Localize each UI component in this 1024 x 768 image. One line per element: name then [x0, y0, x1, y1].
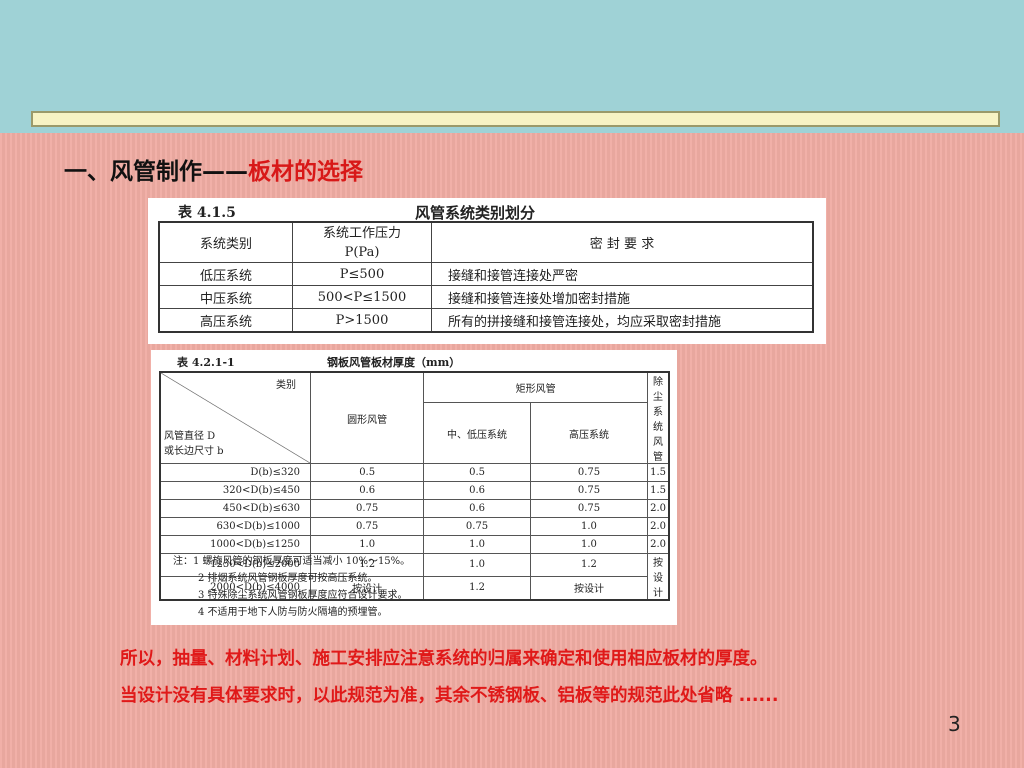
table-cell: 1.2 — [423, 575, 531, 601]
table-row: 高压系统 P>1500 所有的拼接缝和接管连接处，均应采取密封措施 — [158, 308, 814, 333]
table2-caption: 钢板风管板材厚度（mm） — [327, 356, 461, 369]
table-cell: 1.5 — [647, 463, 670, 482]
table1-header-pressure-label: 系统工作压力 — [322, 225, 401, 241]
table-cell: 1.0 — [529, 535, 649, 554]
table-cell: 0.75 — [529, 499, 649, 518]
table2-diag-bottom-1: 风管直径 D — [164, 431, 216, 442]
table1-header-sealing: 密 封 要 求 — [431, 221, 814, 263]
table1-header-pressure: 系统工作压力 P(Pa) — [292, 221, 432, 263]
header-bar — [31, 111, 1000, 127]
table-row: 1000<D(b)≤1250 1.0 1.0 1.0 2.0 — [159, 535, 670, 554]
table-row: 630<D(b)≤1000 0.75 0.75 1.0 2.0 — [159, 517, 670, 536]
table2-header-dust: 除尘系统风管 — [647, 371, 670, 464]
table2-diagonal-header: 类别 风管直径 D 或长边尺寸 b — [159, 371, 312, 464]
table-cell: P≤500 — [292, 262, 432, 286]
table-cell: 接缝和接管连接处增加密封措施 — [431, 285, 814, 309]
table1-caption: 风管系统类别划分 — [415, 204, 536, 222]
table-cell: 0.75 — [423, 517, 531, 536]
table-cell: D(b)≤320 — [159, 463, 312, 482]
table-cell: 1.0 — [423, 535, 531, 554]
slide-title: 一、风管制作——板材的选择 — [64, 152, 363, 186]
table-cell: 低压系统 — [158, 262, 293, 286]
table-cell: 500<P≤1500 — [292, 285, 432, 309]
table-cell: 0.6 — [310, 481, 425, 500]
body-text-line-2: 当设计没有具体要求时，以此规范为准，其余不锈钢板、铝板等的规范此处省略 ....… — [120, 686, 779, 706]
table-cell: 0.6 — [423, 481, 531, 500]
duct-classification-table-image: 表 4.1.5 风管系统类别划分 系统类别 系统工作压力 P(Pa) 密 封 要 … — [148, 198, 826, 344]
table2-diag-top: 类别 — [276, 380, 297, 391]
table-row: 450<D(b)≤630 0.75 0.6 0.75 2.0 — [159, 499, 670, 518]
table1-number: 表 4.1.5 — [178, 205, 236, 221]
table-cell: 1.5 — [647, 481, 670, 500]
table-cell: 按设计 — [647, 553, 670, 601]
note-line: 3 特殊除尘系统风管钢板厚度应符合设计要求。 — [198, 590, 408, 601]
table-cell: 2.0 — [647, 499, 670, 518]
duct-classification-table: 系统类别 系统工作压力 P(Pa) 密 封 要 求 低压系统 P≤500 接缝和接… — [158, 221, 814, 333]
table-cell: 2.0 — [647, 535, 670, 554]
table-row: 320<D(b)≤450 0.6 0.6 0.75 1.5 — [159, 481, 670, 500]
table-cell: 所有的拼接缝和接管连接处，均应采取密封措施 — [431, 308, 814, 333]
table1-header-pressure-unit: P(Pa) — [344, 244, 380, 260]
table-cell: 1.0 — [529, 517, 649, 536]
table-cell: 按设计 — [529, 575, 649, 601]
table-cell: 2.0 — [647, 517, 670, 536]
table-row: D(b)≤320 0.5 0.5 0.75 1.5 — [159, 463, 670, 482]
table-cell: 中压系统 — [158, 285, 293, 309]
table-row: 中压系统 500<P≤1500 接缝和接管连接处增加密封措施 — [158, 285, 814, 309]
table2-header-mid-low: 中、低压系统 — [423, 402, 531, 464]
table-row: 低压系统 P≤500 接缝和接管连接处严密 — [158, 262, 814, 286]
table-cell: P>1500 — [292, 308, 432, 333]
table2-header-high: 高压系统 — [529, 402, 649, 464]
title-accent: 板材的选择 — [248, 159, 363, 185]
table-cell: 630<D(b)≤1000 — [159, 517, 312, 536]
table-cell: 0.75 — [310, 499, 425, 518]
table-cell: 1.2 — [529, 553, 649, 577]
title-prefix: 一、风管制作—— — [64, 159, 248, 185]
table-cell: 0.5 — [310, 463, 425, 482]
table-cell: 0.5 — [423, 463, 531, 482]
table-cell: 0.75 — [529, 463, 649, 482]
table-cell: 接缝和接管连接处严密 — [431, 262, 814, 286]
table2-number: 表 4.2.1-1 — [177, 356, 235, 369]
note-line: 注：1 螺旋风管的钢板厚度可适当减小 10%～15%。 — [173, 556, 411, 567]
table2-header-rect: 矩形风管 — [423, 371, 649, 403]
table-cell: 320<D(b)≤450 — [159, 481, 312, 500]
table-cell: 0.75 — [529, 481, 649, 500]
table2-diag-bottom-2: 或长边尺寸 b — [164, 446, 224, 457]
table-cell: 0.75 — [310, 517, 425, 536]
body-text-line-1: 所以，抽量、材料计划、施工安排应注意系统的归属来确定和使用相应板材的厚度。 — [120, 649, 768, 669]
note-line: 2 排烟系统风管钢板厚度可按高压系统。 — [198, 573, 378, 584]
table2-notes: 注：1 螺旋风管的钢板厚度可适当减小 10%～15%。 2 排烟系统风管钢板厚度… — [173, 553, 410, 621]
steel-duct-thickness-table-image: 表 4.2.1-1 钢板风管板材厚度（mm） 类别 风管直径 D 或长边尺寸 b … — [151, 350, 677, 625]
page-number: 3 — [948, 712, 961, 736]
table2-diag-bottom: 风管直径 D 或长边尺寸 b — [164, 429, 224, 459]
table1-header-category: 系统类别 — [158, 221, 293, 263]
table-cell: 高压系统 — [158, 308, 293, 333]
table-cell: 450<D(b)≤630 — [159, 499, 312, 518]
table-cell: 1.0 — [310, 535, 425, 554]
table2-header-round: 圆形风管 — [310, 371, 425, 464]
table-cell: 1.0 — [423, 553, 531, 577]
note-line: 4 不适用于地下人防与防火隔墙的预埋管。 — [198, 607, 388, 618]
table-cell: 0.6 — [423, 499, 531, 518]
table-cell: 1000<D(b)≤1250 — [159, 535, 312, 554]
